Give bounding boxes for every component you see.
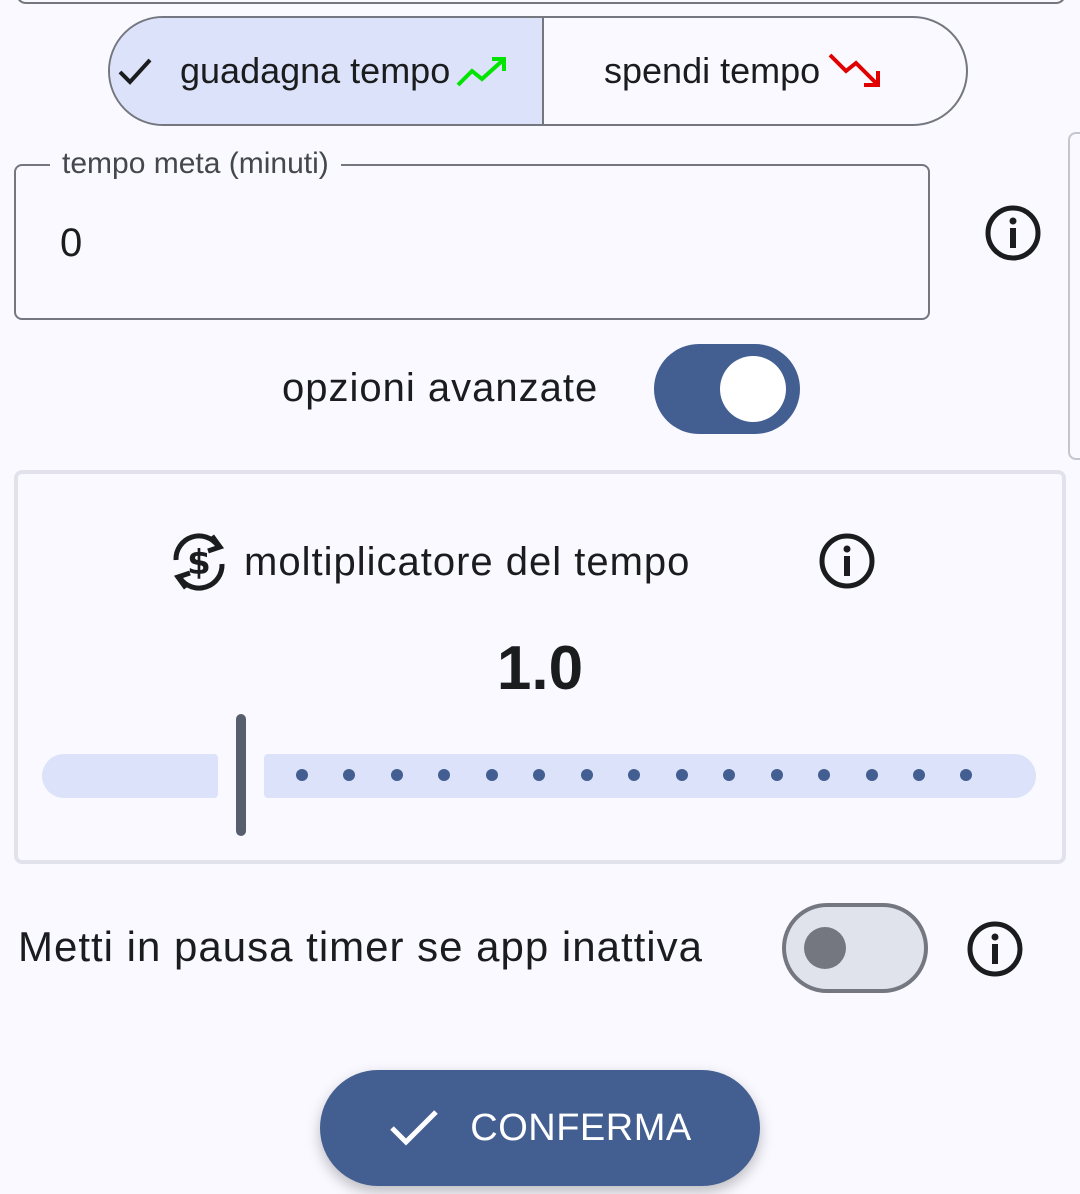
- advanced-options-label: opzioni avanzate: [282, 366, 599, 410]
- multiplier-value: 1.0: [496, 634, 584, 703]
- switch-thumb: [720, 356, 786, 422]
- advanced-options-switch[interactable]: [654, 344, 800, 434]
- check-icon: [390, 1110, 439, 1146]
- slider-tick: [343, 769, 355, 781]
- segment-earn-time[interactable]: guadagna tempo: [110, 18, 544, 124]
- svg-text:$: $: [187, 543, 211, 583]
- slider-tick: [866, 769, 878, 781]
- goal-minutes-label: tempo meta (minuti): [50, 146, 341, 182]
- info-icon[interactable]: [818, 532, 876, 590]
- mode-segmented-button: guadagna tempo spendi tempo: [108, 16, 968, 126]
- info-icon[interactable]: [984, 204, 1042, 262]
- goal-minutes-field[interactable]: tempo meta (minuti) 0: [14, 146, 930, 320]
- slider-tick: [391, 769, 403, 781]
- slider-tick: [628, 769, 640, 781]
- slider-tick: [581, 769, 593, 781]
- currency-exchange-icon: $: [173, 533, 225, 591]
- segment-spend-time-label: spendi tempo: [604, 50, 821, 91]
- confirm-button-label: CONFERMA: [470, 1106, 692, 1149]
- slider-handle[interactable]: [236, 714, 246, 836]
- trending-down-icon: [828, 53, 881, 87]
- pause-timer-label: Metti in pausa timer se app inattiva: [18, 923, 703, 970]
- goal-minutes-value[interactable]: 0: [60, 220, 82, 266]
- multiplier-title: moltiplicatore del tempo: [244, 540, 691, 584]
- slider-tick: [771, 769, 783, 781]
- slider-tick: [676, 769, 688, 781]
- slider-tick: [723, 769, 735, 781]
- segment-earn-time-label: guadagna tempo: [180, 50, 451, 91]
- slider-tick: [960, 769, 972, 781]
- slider-tick: [438, 769, 450, 781]
- info-icon[interactable]: [966, 920, 1024, 978]
- trending-up-icon: [456, 57, 507, 87]
- pause-timer-switch[interactable]: [782, 903, 928, 993]
- slider-tick: [296, 769, 308, 781]
- switch-thumb: [804, 927, 846, 969]
- slider-tick: [486, 769, 498, 781]
- confirm-button[interactable]: CONFERMA: [320, 1070, 760, 1186]
- slider-tick: [533, 769, 545, 781]
- segment-spend-time[interactable]: spendi tempo: [544, 18, 966, 124]
- slider-active-track[interactable]: [42, 754, 218, 798]
- side-panel-edge: [1068, 132, 1080, 460]
- check-icon: [118, 58, 152, 85]
- previous-field-edge: [16, 0, 1066, 4]
- slider-tick: [913, 769, 925, 781]
- slider-tick: [818, 769, 830, 781]
